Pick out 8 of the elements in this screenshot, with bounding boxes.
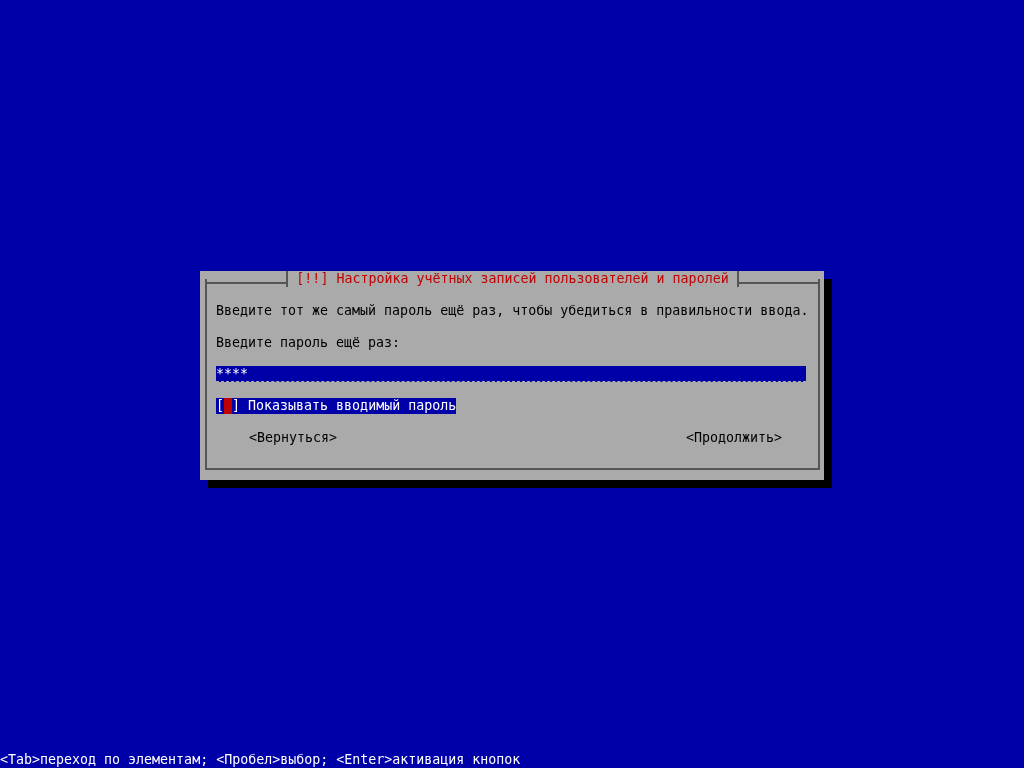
dialog-button[interactable]: <Вернуться> — [249, 430, 338, 446]
prompt-label: Введите пароль ещё раз: — [216, 335, 402, 351]
show-password-checkbox[interactable]: [ ] Показывать вводимый пароль — [216, 398, 457, 414]
password-field[interactable]: **** — [216, 366, 806, 382]
dialog-title: [!!] Настройка учётных записей пользователей и паролей — [286, 271, 739, 287]
help-line: <Tab>переход по элементам; <Пробел>выбор; <Enter>активация кнопок — [0, 752, 522, 768]
dialog-button[interactable]: <Продолжить> — [685, 430, 782, 446]
message-text: Введите тот же самый пароль ещё раз, чтобы убедиться в правильности ввода. — [216, 303, 806, 319]
